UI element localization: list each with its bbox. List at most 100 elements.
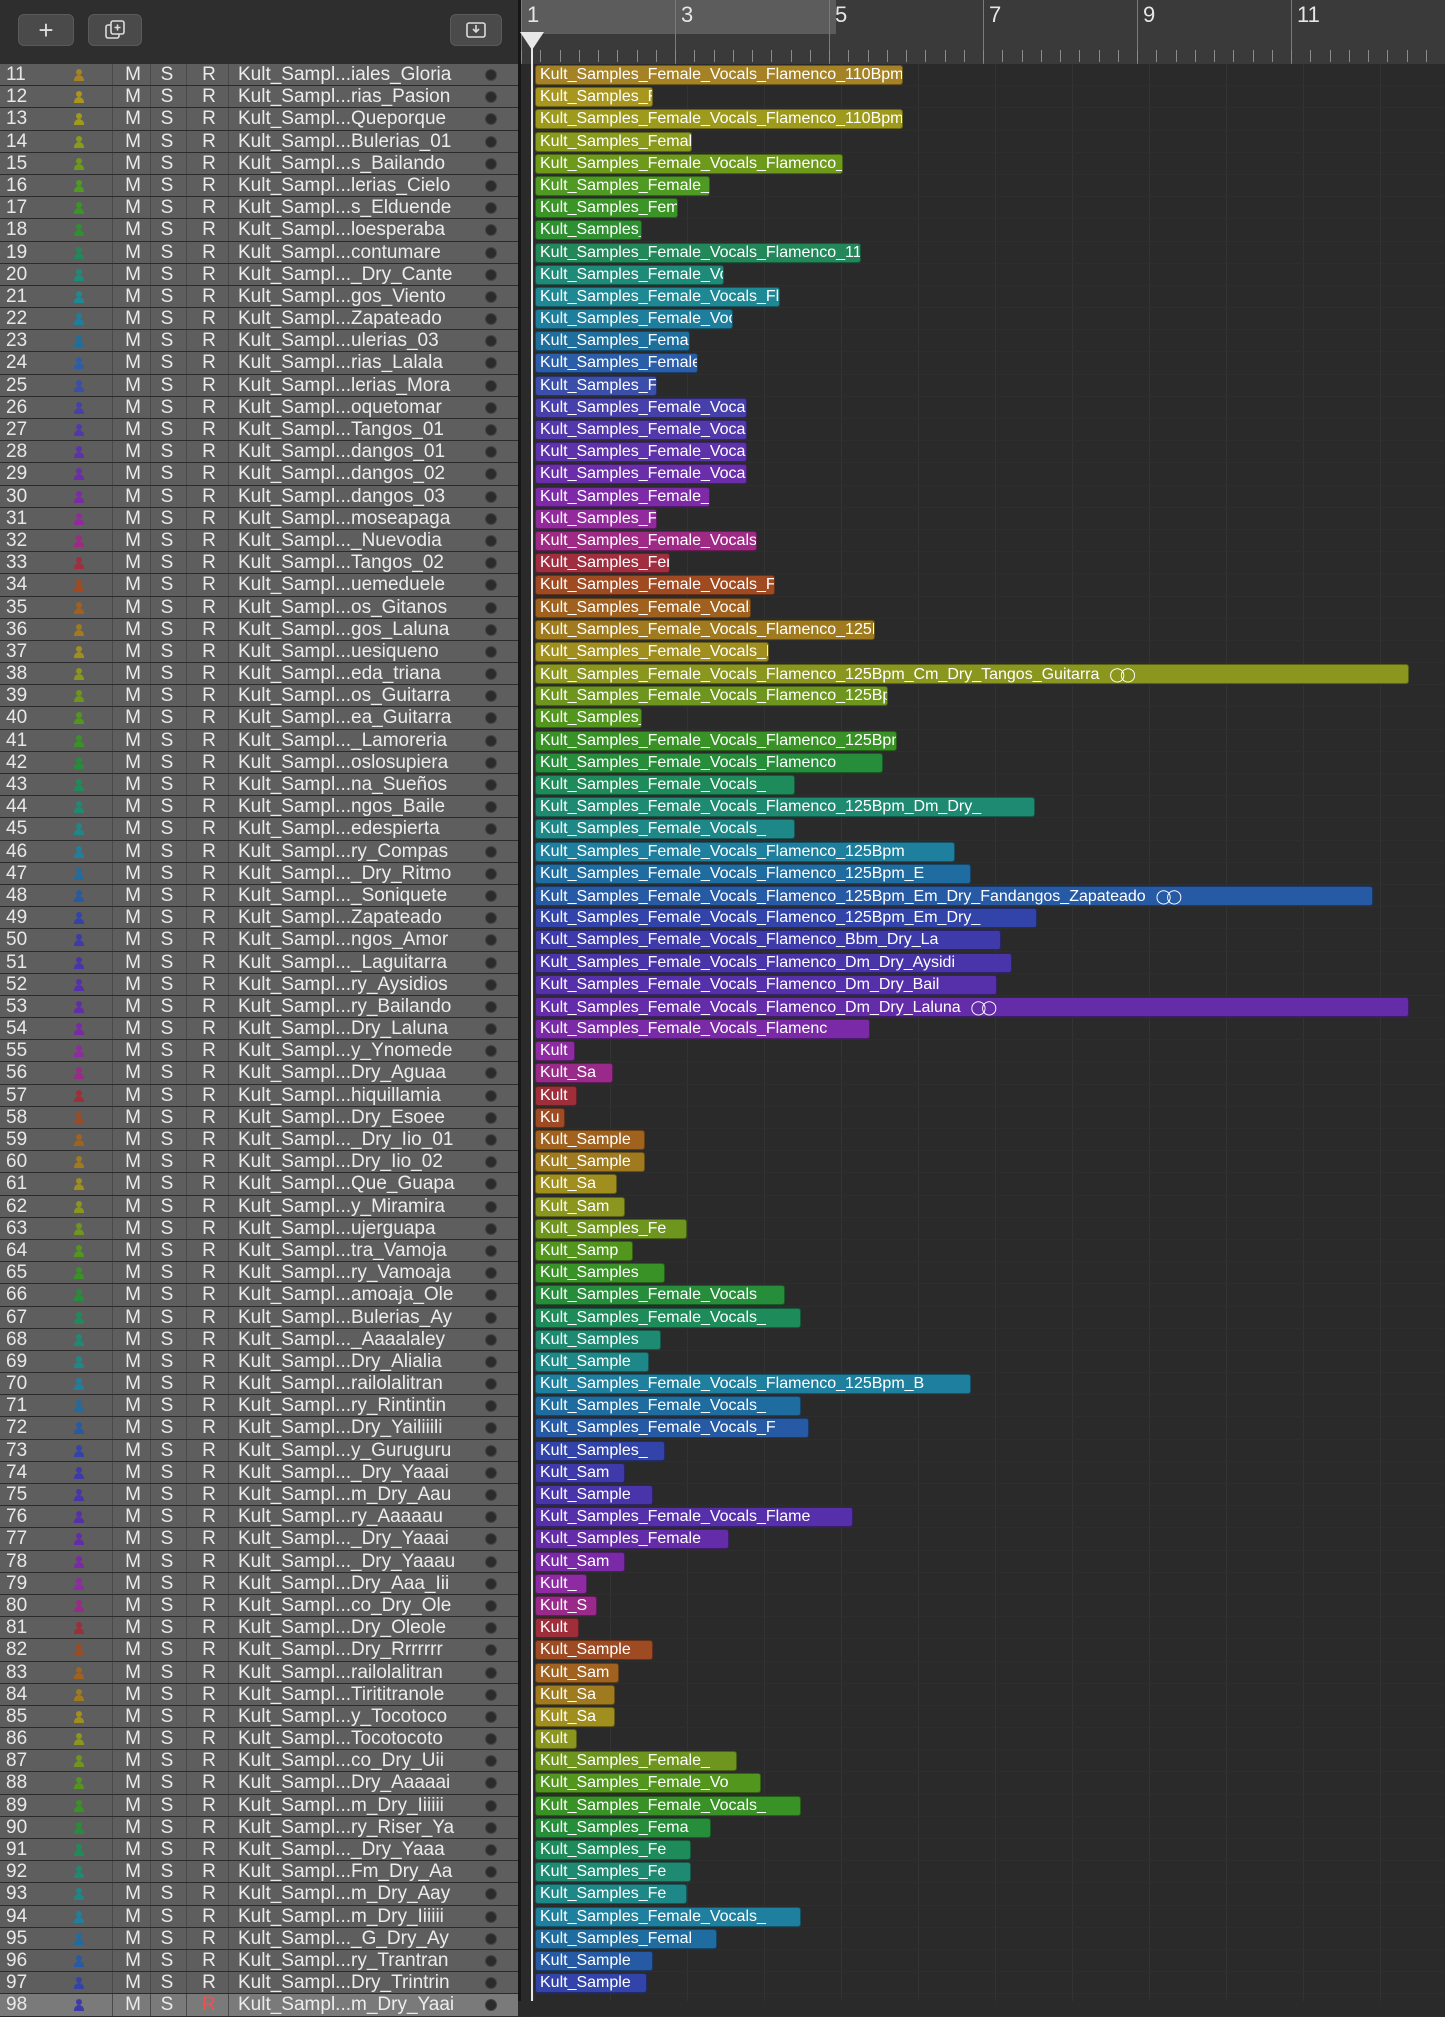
track-header[interactable]: 87 M S R Kult_Sampl...co_Dry_Uii: [0, 1750, 518, 1773]
track-lane[interactable]: Kult_Samples_Female_Vocals: [533, 1284, 1445, 1307]
solo-button[interactable]: S: [156, 86, 178, 108]
solo-button[interactable]: S: [156, 508, 178, 530]
input-monitor-indicator[interactable]: [485, 490, 497, 503]
record-enable-button[interactable]: R: [198, 1395, 220, 1417]
audio-region[interactable]: Kult_Samples_Female_Vocals_Fla: [535, 641, 769, 662]
audio-region[interactable]: Kult_Samples_: [535, 708, 642, 729]
solo-button[interactable]: S: [156, 1994, 178, 2016]
input-monitor-indicator[interactable]: [485, 512, 497, 525]
solo-button[interactable]: S: [156, 1417, 178, 1439]
track-name[interactable]: Kult_Sampl..._Dry_Yaaai: [238, 1462, 449, 1484]
audio-region[interactable]: Kult_Samples_Female_V: [535, 353, 698, 374]
audio-region[interactable]: Kult_Samples_Female_Vocals_: [535, 1396, 801, 1417]
input-monitor-indicator[interactable]: [485, 1954, 497, 1967]
input-monitor-indicator[interactable]: [485, 1000, 497, 1013]
mute-button[interactable]: M: [120, 1040, 146, 1062]
record-enable-button[interactable]: R: [198, 1817, 220, 1839]
mute-button[interactable]: M: [120, 330, 146, 352]
solo-button[interactable]: S: [156, 1395, 178, 1417]
track-lane[interactable]: Kult_Samples_Fe: [533, 1839, 1445, 1862]
track-header[interactable]: 32 M S R Kult_Sampl..._Nuevodia: [0, 529, 518, 553]
input-monitor-indicator[interactable]: [485, 534, 497, 547]
solo-button[interactable]: S: [156, 131, 178, 153]
track-lane[interactable]: Kult_Samples_Fe: [533, 1883, 1445, 1906]
input-monitor-indicator[interactable]: [485, 1799, 497, 1812]
audio-region[interactable]: Kult_Samples_Female_Vocals_: [535, 819, 795, 840]
input-monitor-indicator[interactable]: [485, 1866, 497, 1879]
mute-button[interactable]: M: [120, 1196, 146, 1218]
audio-region[interactable]: Kult_Sample: [535, 1152, 645, 1173]
input-monitor-indicator[interactable]: [485, 1910, 497, 1923]
track-lane[interactable]: Kult_Samples_Female_Vocals_Fla: [533, 641, 1445, 664]
track-header[interactable]: 86 M S R Kult_Sampl...Tocotocoto: [0, 1728, 518, 1751]
record-enable-button[interactable]: R: [198, 242, 220, 264]
input-monitor-indicator[interactable]: [485, 1378, 497, 1391]
solo-button[interactable]: S: [156, 1972, 178, 1994]
record-enable-button[interactable]: R: [198, 1595, 220, 1617]
solo-button[interactable]: S: [156, 1839, 178, 1861]
input-monitor-indicator[interactable]: [485, 69, 497, 81]
audio-region[interactable]: Kult_Sam: [535, 1662, 619, 1683]
track-name[interactable]: Kult_Sampl...amoaja_Ole: [238, 1284, 453, 1306]
arrange-area[interactable]: Kult_Samples_Female_Vocals_Flamenco_110B…: [533, 64, 1445, 2017]
solo-button[interactable]: S: [156, 1772, 178, 1794]
solo-button[interactable]: S: [156, 1440, 178, 1462]
track-lane[interactable]: Kult_Samples_Female_Vocals_Flamenco_125B…: [533, 663, 1445, 686]
audio-region[interactable]: Kult_Samples_Female_Vocals_Flamenco_125B…: [535, 797, 1035, 818]
mute-button[interactable]: M: [120, 1617, 146, 1639]
record-enable-button[interactable]: R: [198, 1883, 220, 1905]
track-name[interactable]: Kult_Sampl...gos_Laluna: [238, 619, 449, 641]
track-name[interactable]: Kult_Sampl...Dry_Laluna: [238, 1018, 448, 1040]
track-header[interactable]: 68 M S R Kult_Sampl..._Aaaalaley: [0, 1328, 518, 1351]
track-lane[interactable]: Kult_Samples_Female_Vocals_: [533, 1906, 1445, 1928]
input-monitor-indicator[interactable]: [485, 268, 497, 281]
audio-region[interactable]: Kult: [535, 1618, 579, 1639]
track-header[interactable]: 72 M S R Kult_Sampl...Dry_Yailiiili: [0, 1417, 518, 1440]
record-enable-button[interactable]: R: [198, 1262, 220, 1284]
solo-button[interactable]: S: [156, 197, 178, 219]
track-header[interactable]: 28 M S R Kult_Sampl...dangos_01: [0, 441, 518, 464]
solo-button[interactable]: S: [156, 952, 178, 974]
track-header[interactable]: 64 M S R Kult_Sampl...tra_Vamoja: [0, 1239, 518, 1263]
track-name[interactable]: Kult_Sampl...Dry_Iio_02: [238, 1151, 443, 1173]
audio-region[interactable]: Kult: [535, 1085, 577, 1106]
track-lane[interactable]: Kult_Samples_Female_Vocals_Flamenco_125B…: [533, 619, 1445, 641]
track-lane[interactable]: Kult_Samples_Fema: [533, 1817, 1445, 1839]
audio-region[interactable]: Kult_Samples_Fe: [535, 1862, 691, 1883]
track-header[interactable]: 77 M S R Kult_Sampl..._Dry_Yaaai: [0, 1528, 518, 1551]
track-lane[interactable]: Kult_Samples_Female_Vocals_Flamenco_125B…: [533, 1373, 1445, 1396]
record-enable-button[interactable]: R: [198, 153, 220, 175]
input-monitor-indicator[interactable]: [485, 1444, 497, 1457]
track-lane[interactable]: Kult_Samples_Fe: [533, 86, 1445, 109]
track-name[interactable]: Kult_Sampl...Tirititranole: [238, 1684, 444, 1706]
solo-button[interactable]: S: [156, 1883, 178, 1905]
audio-region[interactable]: Kult_Sa: [535, 1063, 613, 1084]
track-lane[interactable]: Ku: [533, 1107, 1445, 1129]
input-monitor-indicator[interactable]: [485, 1644, 497, 1657]
track-name[interactable]: Kult_Sampl...uemeduele: [238, 574, 445, 596]
input-monitor-indicator[interactable]: [485, 1821, 497, 1834]
input-monitor-indicator[interactable]: [485, 1888, 497, 1901]
track-name[interactable]: Kult_Sampl...hiquillamia: [238, 1085, 441, 1107]
input-monitor-indicator[interactable]: [485, 557, 497, 570]
track-lane[interactable]: Kult_Sa: [533, 1706, 1445, 1729]
mute-button[interactable]: M: [120, 574, 146, 596]
mute-button[interactable]: M: [120, 463, 146, 485]
track-name[interactable]: Kult_Sampl...Dry_Trintrin: [238, 1972, 450, 1994]
solo-button[interactable]: S: [156, 1107, 178, 1129]
solo-button[interactable]: S: [156, 685, 178, 707]
audio-region[interactable]: Kult_Samples_Female_Vo: [535, 486, 710, 507]
solo-button[interactable]: S: [156, 574, 178, 596]
record-enable-button[interactable]: R: [198, 197, 220, 219]
track-name[interactable]: Kult_Sampl...Queporque: [238, 108, 446, 130]
record-enable-button[interactable]: R: [198, 1218, 220, 1240]
input-monitor-indicator[interactable]: [485, 779, 497, 791]
record-enable-button[interactable]: R: [198, 641, 220, 663]
mute-button[interactable]: M: [120, 1351, 146, 1373]
track-name[interactable]: Kult_Sampl..._Dry_Yaaau: [238, 1551, 455, 1573]
track-name[interactable]: Kult_Sampl...s_Elduende: [238, 197, 451, 219]
solo-button[interactable]: S: [156, 863, 178, 885]
track-header[interactable]: 97 M S R Kult_Sampl...Dry_Trintrin: [0, 1972, 518, 1995]
track-name[interactable]: Kult_Sampl...Dry_Alialia: [238, 1351, 442, 1373]
input-monitor-indicator[interactable]: [485, 1577, 497, 1590]
